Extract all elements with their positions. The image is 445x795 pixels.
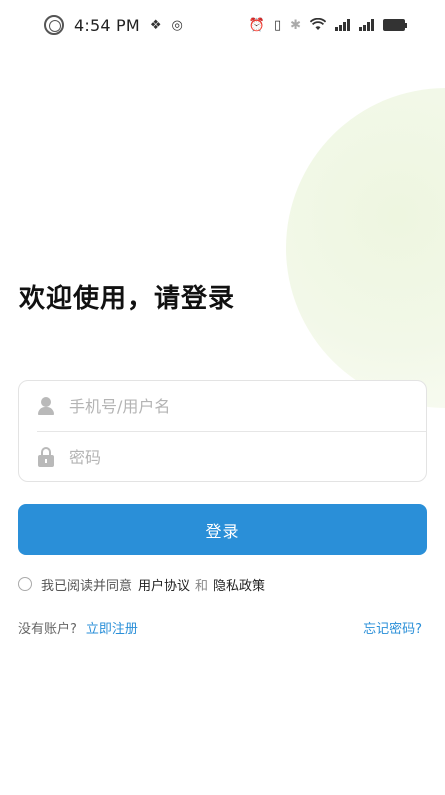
agreement-checkbox[interactable] [18,577,32,591]
decorative-circle [286,88,445,408]
battery-icon [383,19,407,31]
agreement-prefix: 我已阅读并同意 [41,578,133,594]
wifi-icon [309,16,327,35]
status-bar: 4:54 PM ❖ ◎ ⏰ ▯ ✱ [0,0,445,50]
vibrate-icon: ▯ [273,17,282,33]
status-time: 4:54 PM [74,15,140,35]
welcome-title: 欢迎使用，请登录 [19,284,236,314]
user-agreement-link[interactable]: 用户协议 [138,575,190,594]
user-icon [37,396,55,416]
login-button[interactable]: 登录 [18,504,427,555]
username-row [19,381,426,431]
alarm-icon: ⏰ [248,17,265,33]
signal-icon-2 [359,19,374,31]
network-logo-icon: ❖ [149,17,162,33]
username-input[interactable] [69,386,389,426]
forgot-password-link[interactable]: 忘记密码? [363,618,422,637]
agreement-and: 和 [195,578,209,594]
privacy-policy-link[interactable]: 隐私政策 [213,575,265,594]
bluetooth-icon: ✱ [290,17,301,33]
login-form [18,380,427,482]
lock-icon [37,447,55,467]
signal-icon [335,19,350,31]
register-link[interactable]: 立即注册 [86,618,138,637]
no-account-text: 没有账户? [18,621,77,637]
password-input[interactable] [69,437,389,477]
settings-circle-icon [44,15,64,35]
footer-links: 没有账户? 立即注册 忘记密码? [18,617,422,637]
login-screen: 4:54 PM ❖ ◎ ⏰ ▯ ✱ 欢迎使用，请登录 手机号/用户名 登录 我已… [0,0,445,795]
agreement-row: 我已阅读并同意 用户协议 和 隐私政策 [18,574,270,594]
password-row [19,432,426,482]
network-logo-icon-2: ◎ [171,17,183,33]
